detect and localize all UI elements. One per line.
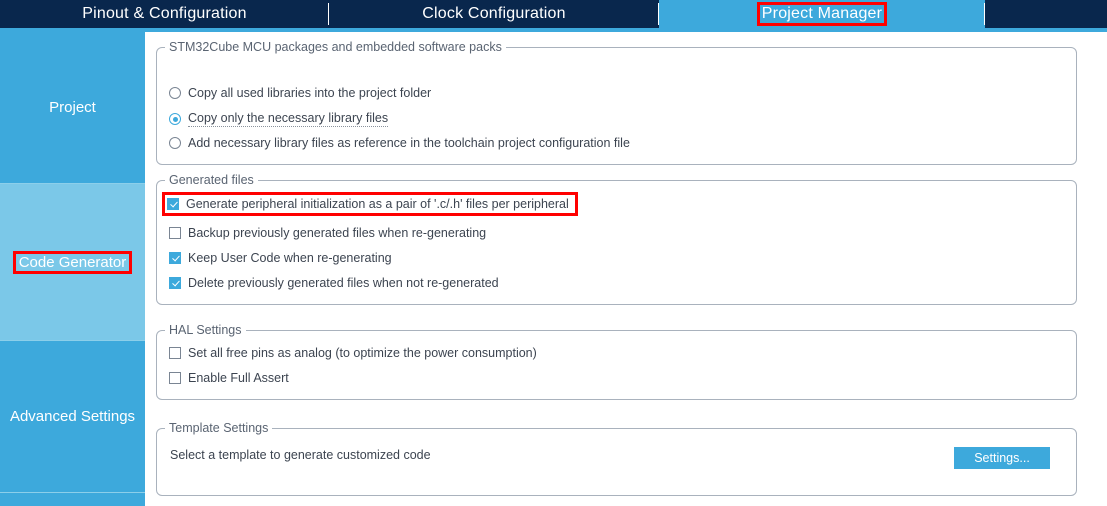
checkbox-label-enable-full-assert: Enable Full Assert <box>188 371 289 385</box>
checkbox-label-generate-peripheral-init: Generate peripheral initialization as a … <box>186 197 569 211</box>
groupbox-generated-files: Generated files Generate peripheral init… <box>156 173 1077 305</box>
checkbox-icon-keep-user-code[interactable] <box>169 252 181 264</box>
checkbox-row-keep-user-code[interactable]: Keep User Code when re-generating <box>169 251 392 265</box>
radio-row-add-as-reference[interactable]: Add necessary library files as reference… <box>169 136 630 150</box>
project-manager-sidebar: Project Code Generator Advanced Settings <box>0 32 145 506</box>
checkbox-row-free-pins-analog[interactable]: Set all free pins as analog (to optimize… <box>169 346 537 360</box>
groupbox-template-settings-title: Template Settings <box>165 421 273 435</box>
template-settings-button[interactable]: Settings... <box>954 447 1050 469</box>
radio-icon-add-as-reference[interactable] <box>169 137 181 149</box>
tab-empty-area <box>985 0 1107 28</box>
groupbox-mcu-packages-title: STM32Cube MCU packages and embedded soft… <box>165 40 506 54</box>
tab-clock-configuration[interactable]: Clock Configuration <box>329 0 659 28</box>
checkbox-icon-enable-full-assert[interactable] <box>169 372 181 384</box>
sidebar-item-advanced-settings-label: Advanced Settings <box>9 408 136 425</box>
sidebar-item-project[interactable]: Project <box>0 32 145 184</box>
checkbox-icon-free-pins-analog[interactable] <box>169 347 181 359</box>
code-generator-panel: STM32Cube MCU packages and embedded soft… <box>145 32 1107 506</box>
radio-label-copy-necessary-files: Copy only the necessary library files <box>188 111 389 127</box>
tab-project-manager[interactable]: Project Manager <box>659 0 985 28</box>
checkbox-row-enable-full-assert[interactable]: Enable Full Assert <box>169 371 289 385</box>
checkbox-row-generate-peripheral-init[interactable]: Generate peripheral initialization as a … <box>162 192 578 216</box>
radio-label-add-as-reference: Add necessary library files as reference… <box>188 136 630 150</box>
groupbox-hal-settings-title: HAL Settings <box>165 323 246 337</box>
radio-icon-copy-necessary-files[interactable] <box>169 113 181 125</box>
checkbox-label-free-pins-analog: Set all free pins as analog (to optimize… <box>188 346 537 360</box>
checkbox-label-backup-previous-files: Backup previously generated files when r… <box>188 226 487 240</box>
radio-icon-copy-all-libraries[interactable] <box>169 87 181 99</box>
checkbox-icon-delete-previous-files[interactable] <box>169 277 181 289</box>
groupbox-generated-files-title: Generated files <box>165 173 258 187</box>
checkbox-label-keep-user-code: Keep User Code when re-generating <box>188 251 392 265</box>
main-tab-bar: Pinout & Configuration Clock Configurati… <box>0 0 1107 28</box>
tab-pinout-configuration[interactable]: Pinout & Configuration <box>0 0 329 28</box>
radio-row-copy-necessary-files[interactable]: Copy only the necessary library files <box>169 111 389 127</box>
sidebar-item-extra[interactable] <box>0 493 145 505</box>
radio-label-copy-all-libraries: Copy all used libraries into the project… <box>188 86 432 100</box>
sidebar-item-code-generator[interactable]: Code Generator <box>0 184 145 341</box>
sidebar-item-project-label: Project <box>49 99 96 116</box>
radio-row-copy-all-libraries[interactable]: Copy all used libraries into the project… <box>169 86 431 100</box>
groupbox-hal-settings: HAL Settings Set all free pins as analog… <box>156 323 1077 400</box>
groupbox-template-settings: Template Settings Select a template to g… <box>156 421 1077 496</box>
sidebar-item-code-generator-label: Code Generator <box>12 250 133 274</box>
tab-clock-configuration-label: Clock Configuration <box>422 5 566 22</box>
checkbox-icon-generate-peripheral-init[interactable] <box>167 198 179 210</box>
tab-project-manager-label: Project Manager <box>756 2 888 26</box>
sidebar-item-advanced-settings[interactable]: Advanced Settings <box>0 341 145 493</box>
checkbox-row-delete-previous-files[interactable]: Delete previously generated files when n… <box>169 276 499 290</box>
tab-pinout-configuration-label: Pinout & Configuration <box>82 5 247 22</box>
template-settings-description: Select a template to generate customized… <box>170 448 431 462</box>
checkbox-row-backup-previous-files[interactable]: Backup previously generated files when r… <box>169 226 486 240</box>
checkbox-label-delete-previous-files: Delete previously generated files when n… <box>188 276 499 290</box>
groupbox-mcu-packages: STM32Cube MCU packages and embedded soft… <box>156 40 1077 165</box>
checkbox-icon-backup-previous-files[interactable] <box>169 227 181 239</box>
